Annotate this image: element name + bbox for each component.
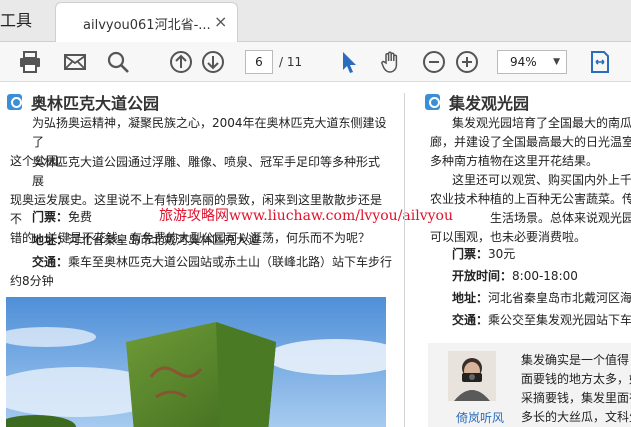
ticket-info: 门票：免费: [32, 208, 92, 227]
text-line: 多种南方植物在这里开花结果。: [430, 154, 599, 168]
hours-info: 开放时间：8:00-18:00: [452, 267, 578, 286]
toolbar: 6 / 11 94% ▼: [0, 42, 631, 82]
ticket-value: 30元: [488, 247, 516, 261]
address-info: 地址：河北省秦皇岛市北戴河区海北: [452, 289, 631, 308]
author-review-box: 倚岚听风 集发确实是一个值得 面要钱的地方太多，好 采摘要钱，集发里面有 多长的…: [428, 343, 631, 427]
ticket-info: 门票：30元: [452, 245, 515, 264]
watermark-text: 旅游攻略网www.liuchaw.com/lvyou/ailvyou: [159, 208, 453, 224]
select-cursor-icon[interactable]: [337, 50, 361, 74]
chevron-down-icon: ▼: [553, 57, 560, 67]
text-line: 奥林匹克大道公园通过浮雕、雕像、喷泉、冠军手足印等多种形式展: [32, 155, 381, 188]
ticket-value: 免费: [68, 210, 93, 224]
fit-page-icon[interactable]: [588, 50, 612, 74]
address-label: 地址：: [32, 233, 69, 247]
left-column: 奥林匹克大道公园 为弘扬奥运精神，凝聚民族之心，2004年在奥林匹克大道东侧建设…: [0, 83, 453, 427]
location-pin-icon: [7, 94, 22, 110]
page-number-input[interactable]: 6: [245, 50, 273, 74]
section-heading: 奥林匹克大道公园: [7, 90, 207, 113]
zoom-in-icon[interactable]: [455, 50, 479, 74]
text-line: 采摘要钱，集发里面有: [521, 391, 631, 405]
traffic-value: 乘公交至集发观光园站下车即: [488, 313, 631, 327]
hand-tool-icon[interactable]: [379, 50, 403, 74]
document-tab-title: ailvyou061河北省-...: [83, 18, 211, 33]
tab-bar: 工具 ailvyou061河北省-... ×: [0, 0, 631, 43]
section-title: 奥林匹克大道公园: [31, 94, 160, 113]
address-value: 河北省秦皇岛市北戴河奥林匹克大道: [68, 233, 261, 247]
traffic-label: 交通：: [452, 313, 489, 327]
ticket-label: 门票：: [32, 210, 69, 224]
author-quote: 集发确实是一个值得 面要钱的地方太多，好 采摘要钱，集发里面有 多长的大丝瓜，文…: [521, 351, 631, 427]
text-line: 集发观光园培育了全国最大的南瓜王: [452, 116, 631, 130]
zoom-value: 94%: [510, 55, 537, 69]
text-line: 多长的大丝瓜，文科生: [521, 410, 631, 424]
section-heading: 集发观光园: [425, 90, 625, 113]
text-line: 农业技术种植的上百种无公害蔬菜。传统: [430, 192, 631, 206]
text-line: 为弘扬奥运精神，凝聚民族之心，2004年在奥林匹克大道东侧建设了: [32, 116, 387, 149]
traffic-info: 交通：乘公交至集发观光园站下车即: [452, 311, 631, 330]
hours-label: 开放时间：: [452, 269, 513, 283]
author-name[interactable]: 倚岚听风: [456, 409, 504, 426]
text-line: 集发确实是一个值得: [521, 353, 630, 367]
paragraph: 集发观光园培育了全国最大的南瓜王 廊，并建设了全国最高最大的日光温室， 多种南方…: [430, 114, 631, 171]
traffic-info: 交通：乘车至奥林匹克大道公园站或赤土山（联峰北路）站下车步行 约8分钟: [10, 253, 392, 291]
location-pin-icon: [425, 94, 440, 110]
previous-page-icon[interactable]: [169, 50, 193, 74]
ticket-label: 门票：: [452, 247, 489, 261]
text-line: 约8分钟: [10, 274, 54, 288]
tab-tools[interactable]: 工具: [0, 0, 56, 42]
text-line: 廊，并建设了全国最高最大的日光温室，: [430, 135, 631, 149]
address-info: 地址：河北省秦皇岛市北戴河奥林匹克大道: [32, 231, 260, 250]
right-column: 集发观光园 集发观光园培育了全国最大的南瓜王 廊，并建设了全国最高最大的日光温室…: [418, 83, 631, 427]
page-total: / 11: [279, 55, 303, 69]
traffic-label: 交通：: [32, 255, 69, 269]
search-icon[interactable]: [106, 50, 130, 74]
next-page-icon[interactable]: [201, 50, 225, 74]
tab-document[interactable]: ailvyou061河北省-... ×: [55, 2, 238, 43]
print-icon[interactable]: [18, 50, 42, 74]
column-divider: [404, 93, 405, 427]
text-line: 面要钱的地方太多，好: [521, 372, 631, 386]
address-label: 地址：: [452, 291, 489, 305]
hours-value: 8:00-18:00: [512, 269, 578, 283]
traffic-value: 乘车至奥林匹克大道公园站或赤土山（联峰北路）站下车步行: [68, 255, 393, 269]
avatar[interactable]: [448, 351, 496, 401]
park-photo: [6, 297, 386, 427]
document-page: 奥林匹克大道公园 为弘扬奥运精神，凝聚民族之心，2004年在奥林匹克大道东侧建设…: [0, 83, 631, 427]
zoom-out-icon[interactable]: [422, 50, 446, 74]
text-line: 这里还可以观赏、购买国内外上千种: [452, 173, 631, 187]
close-icon[interactable]: ×: [214, 12, 227, 31]
email-icon[interactable]: [63, 50, 87, 74]
text-line: 生活场景。总体来说观光园还是值: [490, 211, 631, 225]
zoom-select[interactable]: 94% ▼: [497, 50, 567, 74]
paragraph: 这里还可以观赏、购买国内外上千种 农业技术种植的上百种无公害蔬菜。传统 生活场景…: [430, 171, 631, 247]
section-title: 集发观光园: [449, 94, 530, 113]
address-value: 河北省秦皇岛市北戴河区海北: [488, 291, 631, 305]
